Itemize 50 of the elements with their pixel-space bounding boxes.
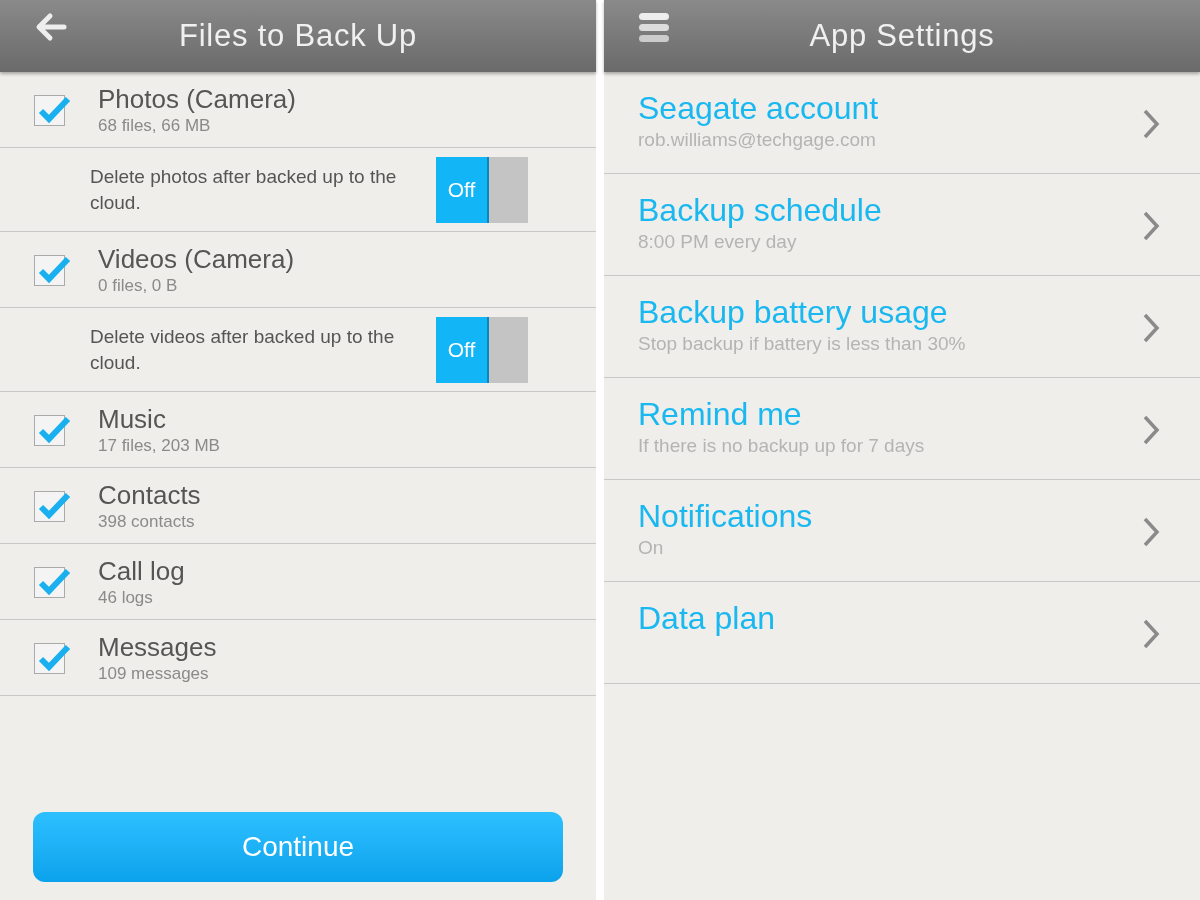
toggle-switch[interactable]: Off <box>436 156 528 223</box>
chevron-right-icon <box>1142 618 1160 650</box>
checkbox[interactable] <box>34 565 72 598</box>
toggle-switch[interactable]: Off <box>436 316 528 383</box>
setting-value: 8:00 PM every day <box>638 230 798 254</box>
settings-item[interactable]: Backup schedule 8:00 PM every day <box>604 174 1200 276</box>
checkbox[interactable] <box>34 489 72 522</box>
setting-value: On <box>638 536 665 560</box>
setting-title: Seagate account <box>638 89 880 128</box>
chevron-right-icon <box>1142 210 1160 242</box>
setting-value: Stop backup if battery is less than 30% <box>638 332 967 356</box>
setting-title: Backup battery usage <box>638 293 949 332</box>
setting-value: If there is no backup up for 7 days <box>638 434 926 458</box>
screen-title: Files to Back Up <box>178 16 418 55</box>
category-title: Photos (Camera) <box>98 82 296 115</box>
chevron-right-icon <box>1142 516 1160 548</box>
category-title: Messages <box>98 630 217 663</box>
toggle-description: Delete photos after backed up to the cloud. <box>90 164 398 215</box>
setting-title: Remind me <box>638 395 803 434</box>
category-details: 0 files, 0 B <box>98 274 179 297</box>
settings-item[interactable]: Backup battery usage Stop backup if battery is less than 30% <box>604 276 1200 378</box>
category-details: 109 messages <box>98 662 210 685</box>
category-title: Call log <box>98 554 185 587</box>
setting-title: Data plan <box>638 599 776 638</box>
back-arrow-icon[interactable] <box>34 12 68 42</box>
category-title: Music <box>98 402 167 435</box>
category-details: 398 contacts <box>98 510 196 533</box>
category-details: 68 files, 66 MB <box>98 114 212 137</box>
continue-button[interactable]: Continue <box>33 812 563 882</box>
settings-item[interactable]: Notifications On <box>604 480 1200 582</box>
checkbox[interactable] <box>34 413 72 446</box>
screen-title: App Settings <box>809 16 995 55</box>
checkbox[interactable] <box>34 93 72 126</box>
checkbox[interactable] <box>34 641 72 674</box>
category-title: Videos (Camera) <box>98 242 295 275</box>
setting-title: Notifications <box>638 497 814 536</box>
toggle-description: Delete videos after backed up to the cloud. <box>90 324 396 375</box>
category-details: 46 logs <box>98 586 154 609</box>
category-details: 17 files, 203 MB <box>98 434 220 457</box>
chevron-right-icon <box>1142 414 1160 446</box>
chevron-right-icon <box>1142 312 1160 344</box>
setting-value: rob.williams@techgage.com <box>638 128 877 152</box>
setting-title: Backup schedule <box>638 191 883 230</box>
settings-item[interactable]: Seagate account rob.williams@techgage.com <box>604 72 1200 174</box>
checkbox[interactable] <box>34 253 72 286</box>
chevron-right-icon <box>1142 108 1160 140</box>
category-title: Contacts <box>98 478 201 511</box>
menu-icon[interactable] <box>638 12 670 44</box>
settings-item[interactable]: Data plan <box>604 582 1200 684</box>
settings-item[interactable]: Remind me If there is no backup up for 7 days <box>604 378 1200 480</box>
